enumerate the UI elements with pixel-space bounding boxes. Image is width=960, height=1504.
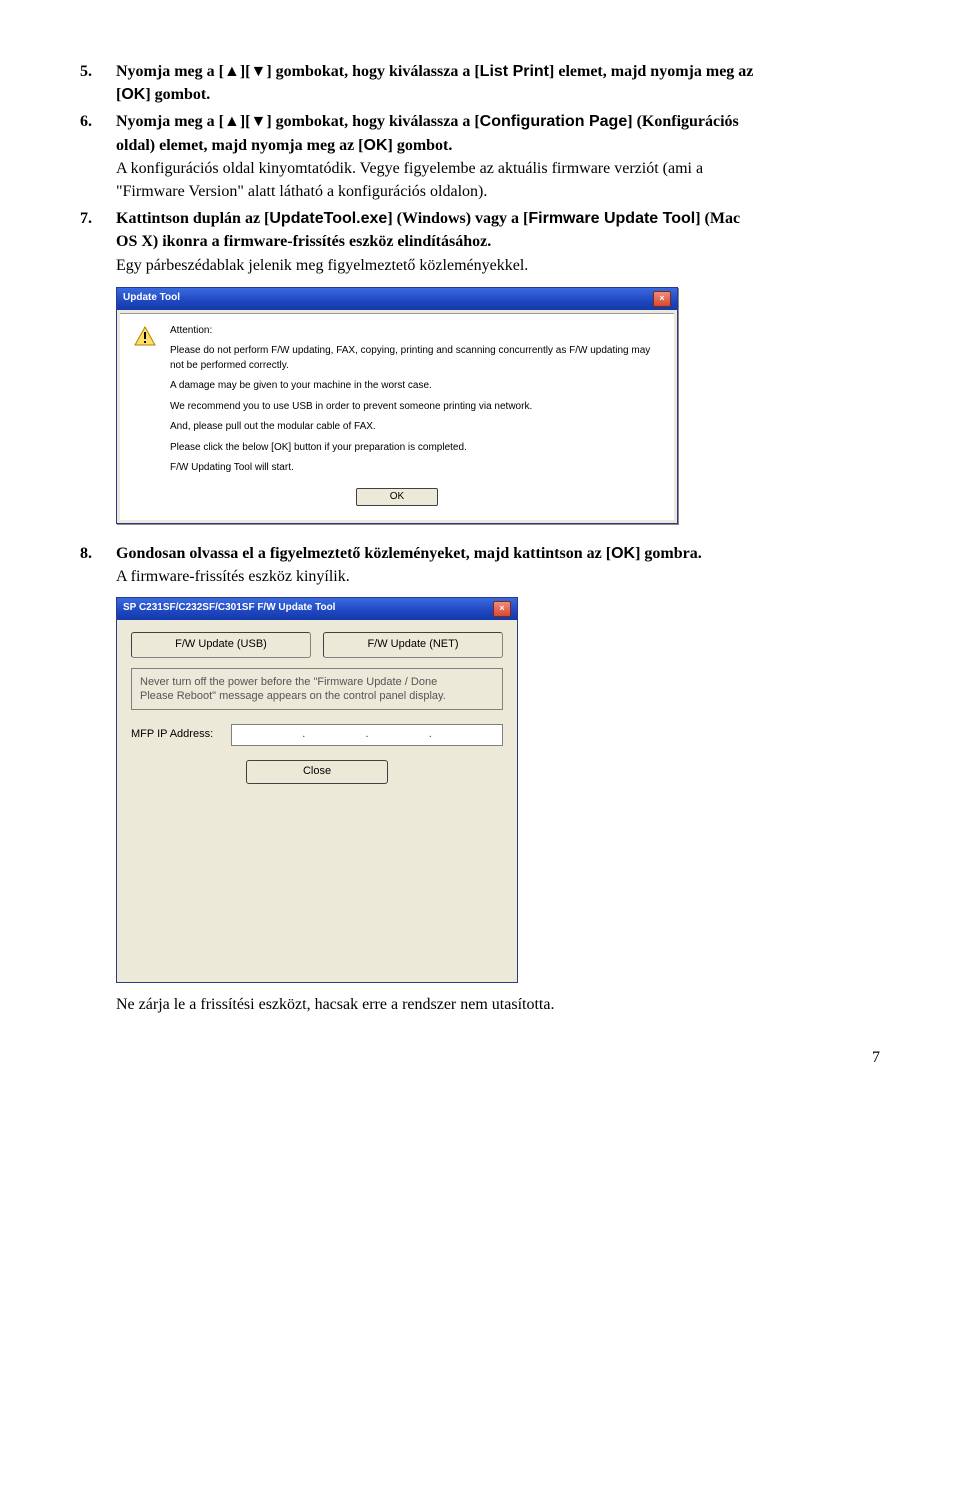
ui-label: OK xyxy=(121,86,145,103)
message: A damage may be given to your machine in… xyxy=(170,379,660,394)
step-number: 7. xyxy=(80,207,116,277)
paragraph: A konfigurációs oldal kinyomtatódik. Veg… xyxy=(116,157,880,180)
close-icon[interactable]: × xyxy=(653,291,671,307)
text: ] gombra. xyxy=(635,545,702,562)
text: ] (Konfigurációs xyxy=(627,113,739,130)
step-body: Gondosan olvassa el a figyelmeztető közl… xyxy=(116,542,880,588)
warning-notice: Never turn off the power before the "Fir… xyxy=(131,668,503,711)
ip-dot: . xyxy=(429,727,432,743)
step-number: 8. xyxy=(80,542,116,588)
step-body: Nyomja meg a [▲][▼] gombokat, hogy kivál… xyxy=(116,60,880,106)
step-body: Kattintson duplán az [UpdateTool.exe] (W… xyxy=(116,207,880,277)
warning-icon xyxy=(134,326,156,346)
update-tool-dialog: Update Tool × Attention: Please do not p… xyxy=(116,287,678,525)
dialog-title: SP C231SF/C232SF/C301SF F/W Update Tool xyxy=(123,601,335,616)
ui-label: List Print xyxy=(480,63,549,80)
step-body: Nyomja meg a [▲][▼] gombokat, hogy kivál… xyxy=(116,110,880,203)
ip-dot: . xyxy=(366,727,369,743)
text: ] gombot. xyxy=(145,86,210,103)
dialog-body: Attention: Please do not perform F/W upd… xyxy=(120,313,674,521)
fw-update-net-button[interactable]: F/W Update (NET) xyxy=(323,632,503,658)
ui-label: OK xyxy=(611,545,635,562)
text: ][ xyxy=(240,113,251,130)
message: F/W Updating Tool will start. xyxy=(170,461,660,476)
step-number: 6. xyxy=(80,110,116,203)
text: ][ xyxy=(240,63,251,80)
notice-line: Never turn off the power before the "Fir… xyxy=(140,675,494,689)
step-6: 6. Nyomja meg a [▲][▼] gombokat, hogy ki… xyxy=(80,110,880,203)
arrow-down-icon: ▼ xyxy=(250,63,266,80)
text: Gondosan olvassa el a figyelmeztető közl… xyxy=(116,545,611,562)
dialog-titlebar: Update Tool × xyxy=(117,288,677,310)
ui-label: OK xyxy=(364,137,388,154)
message: We recommend you to use USB in order to … xyxy=(170,400,660,415)
text: ] elemet, majd nyomja meg az xyxy=(549,63,753,80)
ui-label: UpdateTool.exe xyxy=(269,210,387,227)
text: Nyomja meg a [ xyxy=(116,113,224,130)
step-7: 7. Kattintson duplán az [UpdateTool.exe]… xyxy=(80,207,880,277)
ui-label: Firmware Update Tool xyxy=(528,210,695,227)
dialog-titlebar: SP C231SF/C232SF/C301SF F/W Update Tool … xyxy=(117,598,517,620)
arrow-down-icon: ▼ xyxy=(250,113,266,130)
ip-address-input[interactable]: . . . xyxy=(231,724,503,746)
notice-line: Please Reboot" message appears on the co… xyxy=(140,689,494,703)
blank-area xyxy=(131,784,503,954)
arrow-up-icon: ▲ xyxy=(224,63,240,80)
step-number: 5. xyxy=(80,60,116,106)
paragraph: "Firmware Version" alatt látható a konfi… xyxy=(116,180,880,203)
text: ] gombokat, hogy kiválassza a [ xyxy=(266,63,479,80)
ip-label: MFP IP Address: xyxy=(131,727,213,743)
close-icon[interactable]: × xyxy=(493,601,511,617)
ok-button[interactable]: OK xyxy=(356,488,438,507)
message: Please do not perform F/W updating, FAX,… xyxy=(170,344,660,373)
text: ] (Windows) vagy a [ xyxy=(387,210,528,227)
dialog-title: Update Tool xyxy=(123,291,180,306)
text: oldal) elemet, majd nyomja meg az [ xyxy=(116,137,364,154)
step-8: 8. Gondosan olvassa el a figyelmeztető k… xyxy=(80,542,880,588)
text: OS X) ikonra a firmware-frissítés eszköz… xyxy=(116,233,491,250)
text: ] gombokat, hogy kiválassza a [ xyxy=(266,113,479,130)
dialog-body: F/W Update (USB) F/W Update (NET) Never … xyxy=(117,620,517,982)
close-button[interactable]: Close xyxy=(246,760,388,784)
footer-note: Ne zárja le a frissítési eszközt, hacsak… xyxy=(116,993,880,1016)
paragraph: A firmware-frissítés eszköz kinyílik. xyxy=(116,565,880,588)
dialog-messages: Attention: Please do not perform F/W upd… xyxy=(170,324,660,482)
fw-update-tool-dialog: SP C231SF/C232SF/C301SF F/W Update Tool … xyxy=(116,597,518,983)
ui-label: Configuration Page xyxy=(480,113,628,130)
text: Nyomja meg a [ xyxy=(116,63,224,80)
paragraph: Egy párbeszédablak jelenik meg figyelmez… xyxy=(116,254,880,277)
text: ] (Mac xyxy=(695,210,740,227)
page-number: 7 xyxy=(80,1046,880,1069)
arrow-up-icon: ▲ xyxy=(224,113,240,130)
step-5: 5. Nyomja meg a [▲][▼] gombokat, hogy ki… xyxy=(80,60,880,106)
message: And, please pull out the modular cable o… xyxy=(170,420,660,435)
text: Kattintson duplán az [ xyxy=(116,210,269,227)
ip-dot: . xyxy=(302,727,305,743)
message: Please click the below [OK] button if yo… xyxy=(170,441,660,456)
text: ] gombot. xyxy=(388,137,453,154)
attention-label: Attention: xyxy=(170,324,660,339)
fw-update-usb-button[interactable]: F/W Update (USB) xyxy=(131,632,311,658)
